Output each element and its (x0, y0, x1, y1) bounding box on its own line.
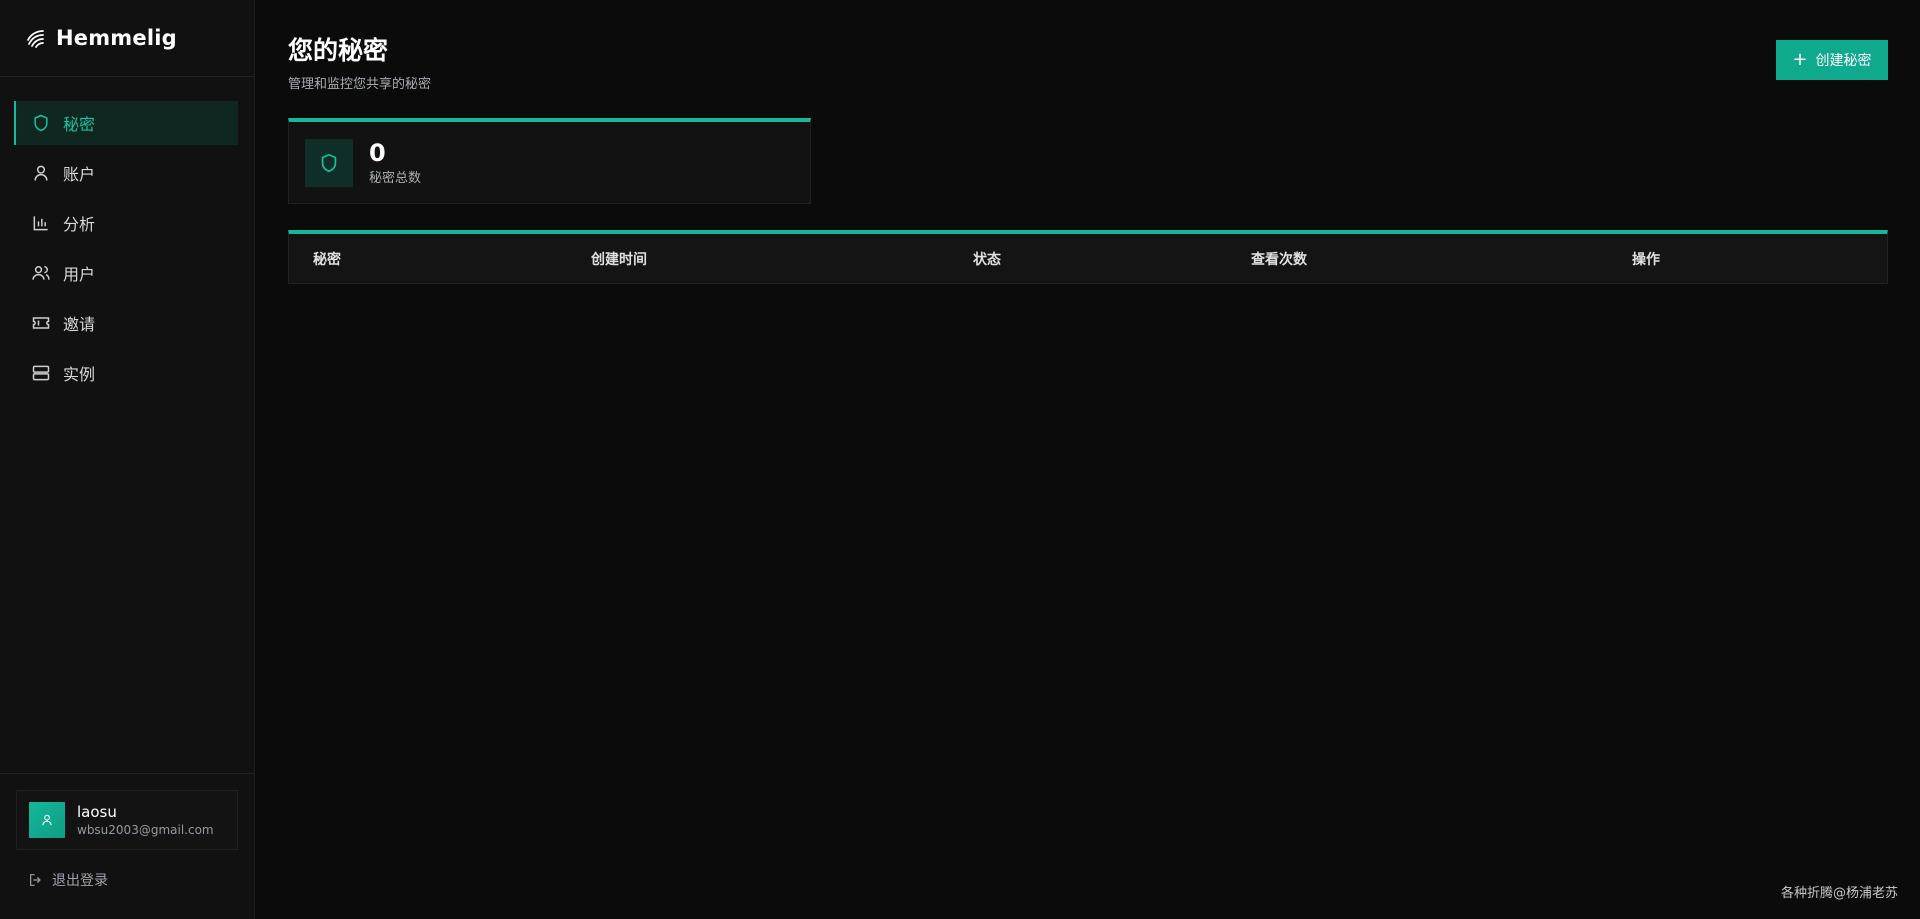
sidebar-item-label: 实例 (63, 365, 96, 384)
sidebar-item-invites[interactable]: 邀请 (14, 301, 238, 345)
user-info: laosu wbsu2003@gmail.com (77, 803, 214, 837)
app-root: Hemmelig 秘密 账户 分析 用户 邀请 实例 laosu wbsu200… (0, 0, 1920, 919)
bar-chart-icon (33, 216, 48, 231)
brand[interactable]: Hemmelig (0, 0, 254, 77)
sidebar-item-label: 邀请 (63, 315, 96, 334)
sidebar-item-label: 秘密 (63, 115, 96, 134)
sidebar-item-analytics[interactable]: 分析 (14, 201, 238, 245)
secrets-table: 秘密 创建时间 状态 查看次数 操作 (288, 230, 1888, 284)
sidebar: Hemmelig 秘密 账户 分析 用户 邀请 实例 laosu wbsu200… (0, 0, 255, 919)
column-header-status[interactable]: 状态 (973, 249, 1001, 269)
sidebar-item-label: 分析 (63, 215, 96, 234)
user-name: laosu (77, 803, 117, 821)
column-header-created[interactable]: 创建时间 (591, 249, 647, 269)
user-email: wbsu2003@gmail.com (77, 823, 214, 837)
logout-button[interactable]: 退出登录 (16, 870, 238, 890)
column-header-actions[interactable]: 操作 (1632, 249, 1660, 269)
page-title: 您的秘密 (288, 36, 389, 65)
sidebar-item-label: 账户 (63, 165, 96, 184)
ticket-icon (32, 317, 50, 329)
logout-icon (30, 874, 41, 886)
column-header-secret[interactable]: 秘密 (313, 249, 341, 269)
logout-label: 退出登录 (52, 873, 108, 889)
avatar (29, 802, 65, 838)
sidebar-item-instance[interactable]: 实例 (14, 351, 238, 395)
hemmelig-logo-icon (27, 30, 44, 48)
total-secrets-card: 0 秘密总数 (288, 118, 811, 204)
watermark: 各种折腾@杨浦老苏 (1780, 886, 1898, 901)
server-icon (32, 365, 50, 381)
page-subtitle: 管理和监控您共享的秘密 (288, 77, 432, 92)
sidebar-footer: laosu wbsu2003@gmail.com 退出登录 (0, 773, 254, 919)
sidebar-item-users[interactable]: 用户 (14, 251, 238, 295)
create-secret-button[interactable]: + 创建秘密 (1776, 40, 1888, 80)
users-icon (32, 266, 50, 280)
sidebar-item-account[interactable]: 账户 (14, 151, 238, 195)
stat-icon-box (305, 138, 353, 187)
stat-label: 秘密总数 (369, 171, 422, 186)
brand-name: Hemmelig (56, 26, 177, 50)
user-card[interactable]: laosu wbsu2003@gmail.com (16, 790, 238, 850)
shield-icon (34, 114, 48, 132)
user-icon (34, 165, 48, 181)
sidebar-item-label: 用户 (63, 265, 96, 284)
shield-icon (321, 153, 337, 172)
main-content: 您的秘密 管理和监控您共享的秘密 + 创建秘密 0 秘密总数 秘密 创建时间 状… (255, 0, 1920, 919)
column-header-views[interactable]: 查看次数 (1251, 249, 1307, 269)
stat-value: 0 (369, 139, 386, 167)
sidebar-nav: 秘密 账户 分析 用户 邀请 实例 (0, 77, 254, 401)
plus-icon: + (1792, 49, 1808, 70)
user-icon (42, 814, 52, 826)
create-secret-label: 创建秘密 (1815, 53, 1872, 69)
sidebar-item-secrets[interactable]: 秘密 (14, 101, 238, 145)
stat-text: 0 秘密总数 (369, 139, 421, 186)
